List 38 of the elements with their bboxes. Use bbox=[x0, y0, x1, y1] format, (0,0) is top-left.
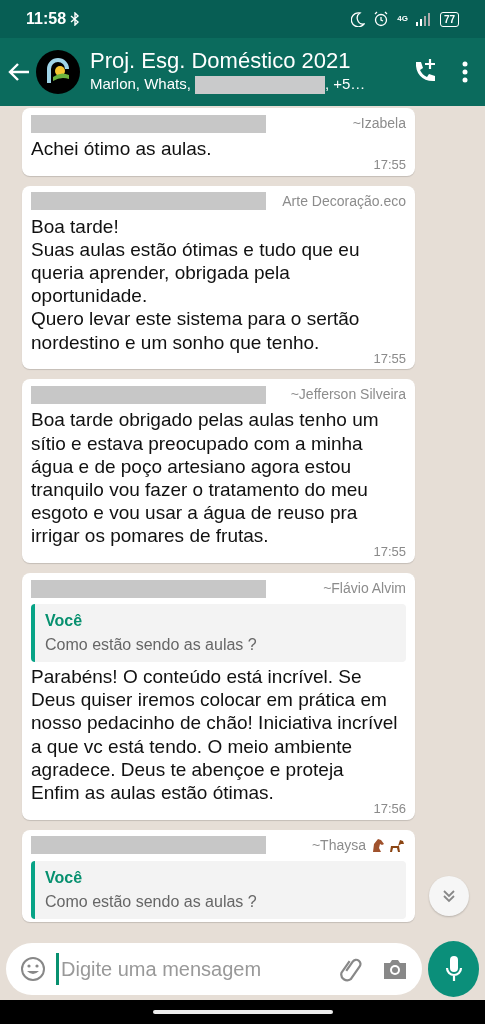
message-text: Achei ótimo as aulas. bbox=[31, 137, 213, 161]
message-text: Boa tarde obrigado pelas aulas tenho um sítio e estava preocupado com a minha água e de poço artesiano agora estou tranquilo vou fazer o tratamento do meu esgoto e vou usar a água de reuso pra irrigar os pomares de frutas. bbox=[31, 408, 380, 547]
menu-icon[interactable] bbox=[461, 60, 469, 84]
voice-record-button[interactable] bbox=[428, 941, 479, 997]
message-time: 17:55 bbox=[372, 544, 406, 560]
message-bar[interactable]: Digite uma mensagem bbox=[6, 943, 422, 995]
sender-name: ~Thaysa bbox=[311, 835, 366, 855]
message-text: Boa tarde! Suas aulas estão ótimas e tudo que eu queria aprender, obrigada pela oportunidade. Quero levar este sistema para o sertão nordestino e um sonho que tenho. bbox=[31, 214, 361, 354]
emoji-icon[interactable] bbox=[20, 956, 46, 982]
camera-icon[interactable] bbox=[382, 957, 408, 981]
attach-icon[interactable] bbox=[338, 956, 364, 982]
group-title[interactable]: Proj. Esg. Doméstico 2021 bbox=[90, 48, 405, 74]
bluetooth-icon bbox=[70, 12, 81, 26]
battery-level: 77 bbox=[439, 11, 459, 27]
signal-icon bbox=[415, 12, 432, 26]
quote-author: Você bbox=[45, 611, 84, 631]
moon-icon bbox=[351, 11, 366, 27]
members-list: Marlon, Whats, bbox=[90, 73, 191, 96]
group-avatar[interactable] bbox=[36, 50, 80, 94]
microphone-icon bbox=[444, 955, 463, 983]
network-label: 4G bbox=[397, 15, 408, 23]
message-time: 17:56 bbox=[372, 801, 406, 817]
back-icon[interactable] bbox=[8, 62, 30, 82]
sender-name: Arte Decoração.eco bbox=[282, 191, 406, 211]
alarm-icon bbox=[373, 11, 390, 27]
double-chevron-icon bbox=[442, 889, 456, 903]
message-time: 17:55 bbox=[372, 350, 406, 367]
members-count: , +5… bbox=[324, 74, 366, 95]
quote-text: Como estão sendo as aulas ? bbox=[45, 891, 258, 912]
quote-text: Como estão sendo as aulas ? bbox=[45, 635, 258, 655]
sender-name: ~Flávio Alvim bbox=[323, 579, 406, 598]
scroll-down-button[interactable] bbox=[429, 876, 469, 916]
sender-name: ~Jefferson Silveira bbox=[290, 385, 406, 405]
status-time: 11:58 bbox=[26, 9, 67, 29]
message-text: Parabéns! O conteúdo está incrível. Se Deus quiser iremos colocar em prática em nosso pedacinho de chão! Iniciativa incrível a que vc está tendo. O meio ambiente agradece. Deus te abençoe e proteja Enfim as aulas estão ótimas. bbox=[31, 665, 399, 804]
sender-name: ~Izabela bbox=[352, 114, 406, 133]
message-time: 17:55 bbox=[372, 157, 406, 173]
quote-author: Você bbox=[45, 867, 84, 888]
